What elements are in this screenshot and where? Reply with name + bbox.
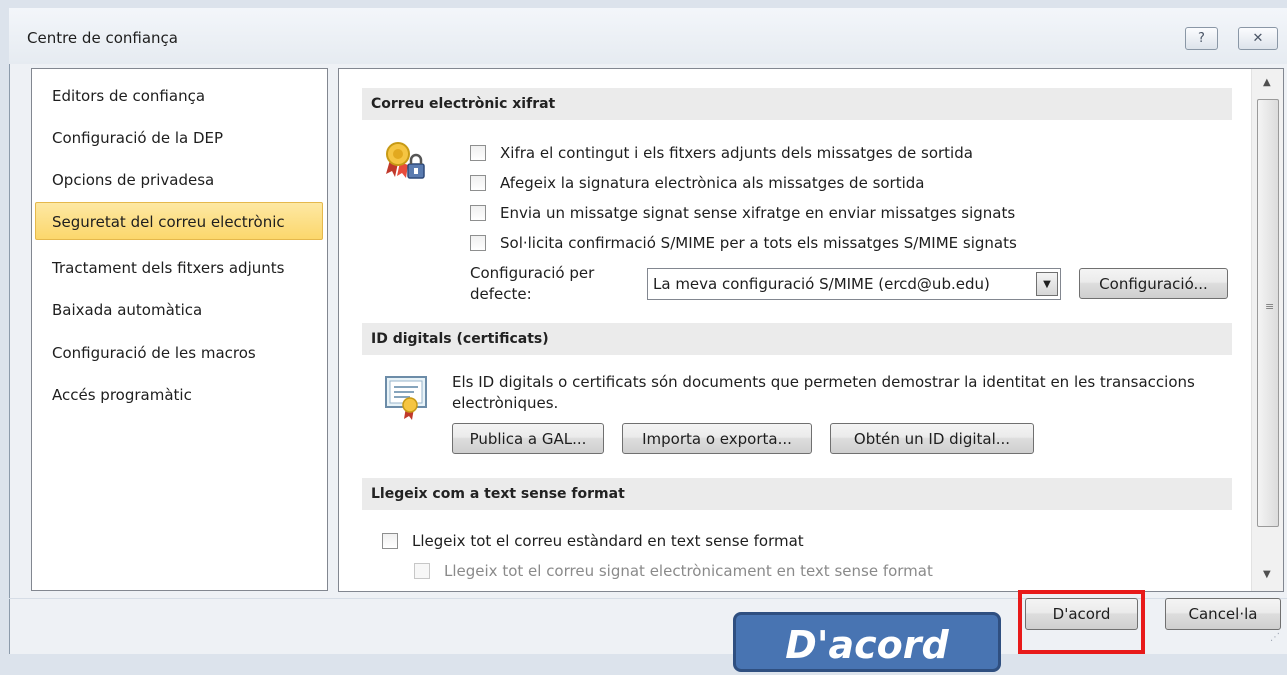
sidebar-item-privacy-options[interactable]: Opcions de privadesa: [32, 161, 327, 199]
title-bar: [9, 8, 1287, 64]
read-all-plain-text-label: Llegeix tot el correu estàndard en text …: [412, 532, 804, 550]
publish-to-gal-button[interactable]: Publica a GAL...: [452, 423, 604, 454]
option-read-signed-plain-text: Llegeix tot el correu signat electrònica…: [414, 560, 933, 582]
read-signed-plain-text-label: Llegeix tot el correu signat electrònica…: [444, 562, 933, 580]
sidebar-item-attachment-handling[interactable]: Tractament dels fitxers adjunts: [32, 249, 327, 287]
sidebar-item-automatic-download[interactable]: Baixada automàtica: [32, 291, 327, 329]
option-send-clear-signed[interactable]: Envia un missatge signat sense xifratge …: [470, 202, 1015, 224]
ok-button-highlight: [1018, 590, 1145, 654]
sidebar: Editors de confiança Configuració de la …: [31, 68, 328, 591]
send-clear-signed-label: Envia un missatge signat sense xifratge …: [500, 204, 1016, 222]
close-icon: ✕: [1252, 31, 1264, 46]
help-button[interactable]: ?: [1185, 27, 1218, 50]
section-header-encrypted-email: Correu electrònic xifrat: [362, 88, 1232, 120]
scroll-up-arrow-icon[interactable]: ▲: [1263, 77, 1271, 88]
sidebar-item-trusted-publishers[interactable]: Editors de confiança: [32, 77, 327, 115]
sidebar-item-email-security[interactable]: Seguretat del correu electrònic: [35, 202, 323, 240]
option-encrypt-contents[interactable]: Xifra el contingut i els fitxers adjunts…: [470, 142, 973, 164]
default-settings-select[interactable]: La meva configuració S/MIME (ercd@ub.edu…: [647, 268, 1061, 300]
default-settings-value: La meva configuració S/MIME (ercd@ub.edu…: [653, 275, 990, 293]
get-digital-id-button[interactable]: Obtén un ID digital...: [830, 423, 1034, 454]
scroll-down-arrow-icon[interactable]: ▼: [1263, 569, 1271, 580]
chevron-down-icon[interactable]: ▼: [1036, 272, 1058, 296]
sidebar-item-programmatic-access[interactable]: Accés programàtic: [32, 376, 327, 414]
add-signature-label: Afegeix la signatura electrònica als mis…: [500, 174, 925, 192]
settings-button[interactable]: Configuració...: [1079, 268, 1228, 299]
add-signature-checkbox[interactable]: [470, 175, 486, 191]
help-icon: ?: [1198, 31, 1205, 46]
certificate-icon: [385, 376, 427, 420]
sidebar-item-dep-settings[interactable]: Configuració de la DEP: [32, 119, 327, 157]
dialog-title: Centre de confiança: [27, 29, 178, 47]
import-export-button[interactable]: Importa o exporta...: [622, 423, 812, 454]
cancel-button[interactable]: Cancel·la: [1165, 598, 1281, 630]
encrypt-contents-label: Xifra el contingut i els fitxers adjunts…: [500, 144, 973, 162]
default-settings-label: Configuració per defecte:: [470, 263, 640, 305]
default-settings-label-line2: defecte:: [470, 285, 532, 303]
encrypt-contents-checkbox[interactable]: [470, 145, 486, 161]
ok-callout-label: D'acord: [733, 612, 1001, 672]
default-settings-label-line1: Configuració per: [470, 264, 595, 282]
option-add-signature[interactable]: Afegeix la signatura electrònica als mis…: [470, 172, 925, 194]
sidebar-item-macro-settings[interactable]: Configuració de les macros: [32, 334, 327, 372]
resize-grip-icon[interactable]: ⋰: [1270, 632, 1280, 643]
request-smime-receipt-checkbox[interactable]: [470, 235, 486, 251]
request-smime-receipt-label: Sol·licita confirmació S/MIME per a tots…: [500, 234, 1017, 252]
digital-ids-description: Els ID digitals o certificats són docume…: [452, 373, 1195, 412]
section-header-digital-ids: ID digitals (certificats): [362, 323, 1232, 355]
read-signed-plain-text-checkbox: [414, 563, 430, 579]
option-read-all-plain-text[interactable]: Llegeix tot el correu estàndard en text …: [382, 530, 804, 552]
section-header-plain-text: Llegeix com a text sense format: [362, 478, 1232, 510]
read-all-plain-text-checkbox[interactable]: [382, 533, 398, 549]
close-button[interactable]: ✕: [1238, 27, 1278, 50]
content-scrollbar[interactable]: ▲ ≡ ▼: [1251, 69, 1283, 591]
option-request-smime-receipt[interactable]: Sol·licita confirmació S/MIME per a tots…: [470, 232, 1017, 254]
encryption-ribbon-lock-icon: [386, 142, 425, 179]
scrollbar-grip-icon: ≡: [1265, 300, 1274, 313]
scrollbar-thumb[interactable]: ≡: [1257, 99, 1279, 527]
send-clear-signed-checkbox[interactable]: [470, 205, 486, 221]
